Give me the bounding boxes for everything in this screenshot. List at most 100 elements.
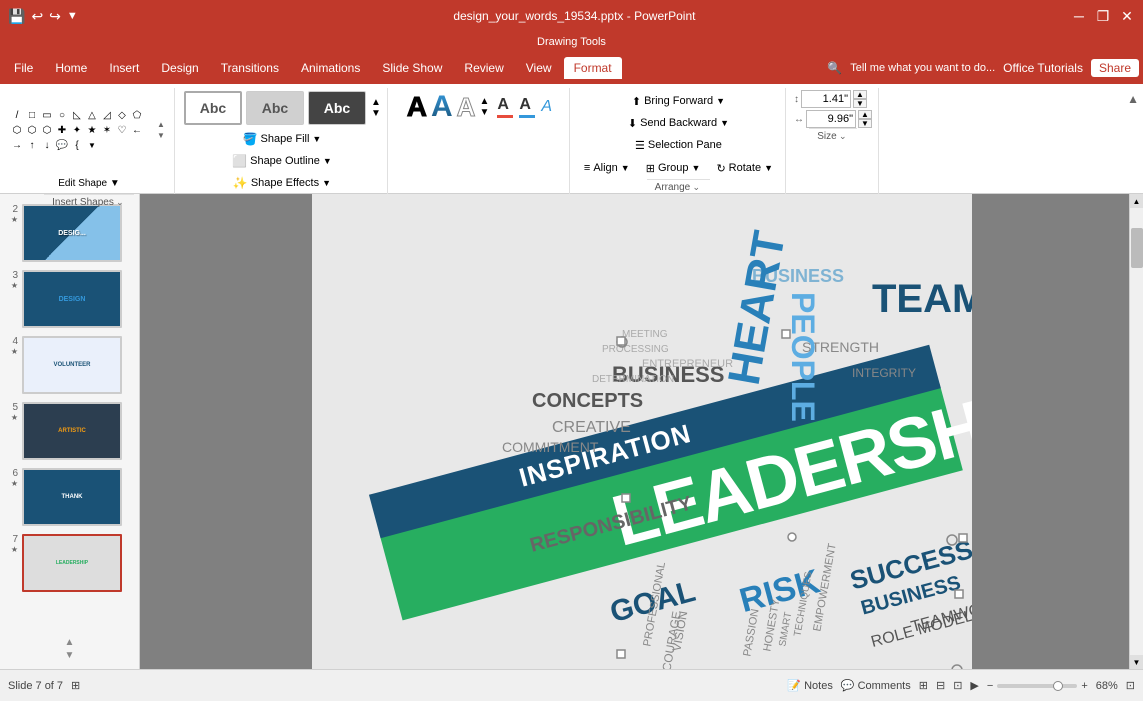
slides-scroll-down[interactable]: ▼	[65, 650, 75, 661]
shape-fill-dropdown[interactable]: ▼	[312, 134, 321, 144]
menu-format[interactable]: Format	[564, 57, 622, 79]
wordart-effects[interactable]: A	[541, 98, 552, 116]
slide-thumb-4[interactable]: VOLUNTEER	[22, 336, 122, 394]
width-up[interactable]: ▲	[858, 110, 872, 119]
shape-iso-tri[interactable]: △	[85, 108, 99, 122]
shape-callout[interactable]: 💬	[55, 138, 69, 152]
shape-down-arrow[interactable]: ↓	[40, 138, 54, 152]
menu-review[interactable]: Review	[454, 57, 513, 79]
shape-diamond[interactable]: ◇	[115, 108, 129, 122]
v-scroll-down[interactable]: ▼	[1130, 655, 1143, 669]
align-button[interactable]: ≡ Align ▼	[578, 157, 636, 179]
group-button[interactable]: ⊞ Group ▼	[640, 157, 707, 179]
shapes-scroll[interactable]: ▲ ▼	[154, 123, 168, 137]
menu-home[interactable]: Home	[45, 57, 97, 79]
edit-shape-button[interactable]: Edit Shape ▼	[52, 172, 126, 194]
wordart-outline-color[interactable]: A	[519, 96, 535, 114]
wordart-scroll-down[interactable]: ▼	[479, 107, 489, 118]
notes-button[interactable]: 📝 Notes	[787, 679, 832, 692]
shape-oct[interactable]: ⬡	[40, 123, 54, 137]
view-normal-button[interactable]: ⊞	[919, 679, 928, 692]
shape-heart[interactable]: ♡	[115, 123, 129, 137]
shape-star5[interactable]: ★	[85, 123, 99, 137]
shape-outline-dropdown[interactable]: ▼	[323, 156, 332, 166]
align-dropdown[interactable]: ▼	[621, 163, 630, 173]
menu-animations[interactable]: Animations	[291, 57, 370, 79]
save-icon[interactable]: 💾	[8, 8, 25, 25]
slide-item-6[interactable]: 6 ★ THANK	[4, 466, 135, 528]
shape-pent[interactable]: ⬠	[130, 108, 144, 122]
zoom-thumb[interactable]	[1053, 681, 1063, 691]
view-slide-sorter-button[interactable]: ⊟	[936, 679, 945, 692]
shape-outline-button[interactable]: ⬜ Shape Outline ▼	[226, 150, 338, 172]
collapse-ribbon-button[interactable]: ▲	[1127, 92, 1139, 106]
shape-effects-button[interactable]: ✨ Shape Effects ▼	[227, 172, 337, 194]
menu-insert[interactable]: Insert	[99, 57, 149, 79]
restore-button[interactable]: ❐	[1095, 8, 1111, 24]
v-scroll-thumb[interactable]	[1131, 228, 1143, 268]
menu-slideshow[interactable]: Slide Show	[372, 57, 452, 79]
v-scroll-up[interactable]: ▲	[1130, 194, 1143, 208]
slide-thumb-7[interactable]: LEADERSHIP	[22, 534, 122, 592]
slides-scroll-up[interactable]: ▲	[65, 637, 75, 648]
zoom-out-button[interactable]: −	[987, 680, 993, 692]
slide-thumb-6[interactable]: THANK	[22, 468, 122, 526]
view-reading-button[interactable]: ⊡	[953, 679, 962, 692]
menu-file[interactable]: File	[4, 57, 43, 79]
shape-up-arrow[interactable]: ↑	[25, 138, 39, 152]
shape-styles-up[interactable]: ▲	[371, 97, 381, 108]
zoom-track[interactable]	[997, 684, 1077, 688]
zoom-in-button[interactable]: +	[1081, 680, 1087, 692]
shape-curly[interactable]: {	[70, 138, 84, 152]
shape-rt-arrow[interactable]: →	[10, 138, 24, 152]
width-down[interactable]: ▼	[858, 119, 872, 128]
wordart-letter-blue[interactable]: A	[431, 92, 453, 122]
wordart-letter-outline[interactable]: A	[457, 94, 476, 120]
shape-fill-button[interactable]: 🪣 Shape Fill ▼	[237, 128, 328, 150]
shape-style-white[interactable]: Abc	[184, 91, 242, 125]
comments-button[interactable]: 💬 Comments	[841, 679, 911, 692]
height-down[interactable]: ▼	[853, 99, 867, 108]
send-backward-dropdown[interactable]: ▼	[720, 118, 729, 128]
tell-me-label[interactable]: Tell me what you want to do...	[850, 62, 995, 74]
bring-forward-dropdown[interactable]: ▼	[716, 96, 725, 106]
shape-star4[interactable]: ✦	[70, 123, 84, 137]
height-input[interactable]	[801, 90, 851, 108]
shape-hex[interactable]: ⬡	[10, 123, 24, 137]
height-up[interactable]: ▲	[853, 90, 867, 99]
shape-style-dark[interactable]: Abc	[308, 91, 366, 125]
menu-design[interactable]: Design	[151, 57, 208, 79]
rotate-dropdown[interactable]: ▼	[764, 163, 773, 173]
v-scroll-track[interactable]	[1130, 208, 1143, 655]
minimize-button[interactable]: ─	[1071, 8, 1087, 24]
group-dropdown[interactable]: ▼	[692, 163, 701, 173]
office-tutorials-button[interactable]: Office Tutorials	[1003, 61, 1083, 75]
shape-rt-tri2[interactable]: ◿	[100, 108, 114, 122]
shape-cross[interactable]: ✚	[55, 123, 69, 137]
redo-icon[interactable]: ↪	[49, 8, 61, 25]
shape-star6[interactable]: ✶	[100, 123, 114, 137]
shape-rounded-rect[interactable]: ▭	[40, 108, 54, 122]
shape-lt-arrow[interactable]: ←	[130, 123, 144, 137]
menu-view[interactable]: View	[516, 57, 562, 79]
wordart-letter-black[interactable]: A	[407, 93, 427, 121]
slide-item-4[interactable]: 4 ★ VOLUNTEER	[4, 334, 135, 396]
slide-item-7[interactable]: 7 ★ LEADERSHIP	[4, 532, 135, 594]
shape-hept[interactable]: ⬡	[25, 123, 39, 137]
shape-rect[interactable]: □	[25, 108, 39, 122]
shape-style-gray[interactable]: Abc	[246, 91, 304, 125]
size-expand[interactable]: ⌄	[837, 131, 849, 143]
customize-icon[interactable]: ▼	[67, 10, 78, 22]
shape-effects-dropdown[interactable]: ▼	[322, 178, 331, 188]
slide-thumb-3[interactable]: DESIGN	[22, 270, 122, 328]
rotate-button[interactable]: ↻ Rotate ▼	[710, 157, 779, 179]
close-button[interactable]: ✕	[1119, 8, 1135, 24]
slide-item-2[interactable]: 2 ★ DESIG...	[4, 202, 135, 264]
wordart-scroll-up[interactable]: ▲	[479, 96, 489, 107]
width-input[interactable]	[806, 110, 856, 128]
share-button[interactable]: Share	[1091, 59, 1139, 77]
slide-thumb-2[interactable]: DESIG...	[22, 204, 122, 262]
wordart-fill-color[interactable]: A	[497, 96, 513, 114]
slide-item-5[interactable]: 5 ★ ARTISTIC	[4, 400, 135, 462]
selection-pane-button[interactable]: ☰ Selection Pane	[629, 134, 728, 156]
